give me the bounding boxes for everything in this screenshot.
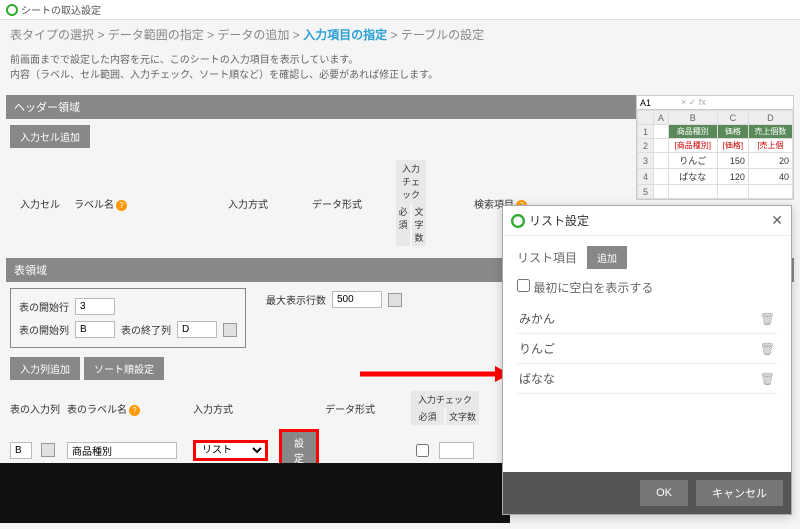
list-item-label: リスト項目: [517, 249, 577, 266]
window-titlebar: シートの取込設定: [0, 0, 800, 20]
hdr-input-cell: 入力セル: [20, 196, 70, 211]
add-input-col-button[interactable]: 入力列追加: [10, 357, 80, 380]
max-rows-input[interactable]: [332, 291, 382, 308]
help-icon[interactable]: ?: [129, 405, 140, 416]
stepper-icon[interactable]: [388, 293, 402, 307]
spreadsheet-preview: × ✓ fx ABCD 1商品種別価格売上個数 2[商品種別][価格][売上個 …: [636, 95, 794, 200]
help-icon[interactable]: ?: [116, 200, 127, 211]
show-blank-checkbox[interactable]: 最初に空白を表示する: [517, 279, 777, 296]
hdr-check: 入力チェック: [396, 160, 426, 203]
cell-picker-icon[interactable]: [41, 443, 55, 457]
hdr-method: 入力方式: [228, 196, 308, 211]
hdr-required: 必須: [396, 203, 410, 246]
required-checkbox[interactable]: [416, 444, 429, 457]
cancel-button[interactable]: キャンセル: [696, 480, 783, 506]
label-input[interactable]: [67, 442, 177, 459]
trash-icon[interactable]: 🗑: [760, 342, 775, 356]
active-cell-ref[interactable]: [637, 96, 677, 109]
start-col-input[interactable]: [75, 321, 115, 338]
list-item[interactable]: ばなな 🗑: [517, 364, 777, 394]
list-item[interactable]: りんご 🗑: [517, 334, 777, 364]
cell-picker-icon[interactable]: [223, 323, 237, 337]
end-col-input[interactable]: [177, 321, 217, 338]
hdr-type: データ形式: [312, 196, 392, 211]
list-item[interactable]: みかん 🗑: [517, 304, 777, 334]
add-input-cell-button[interactable]: 入力セル追加: [10, 125, 90, 148]
window-title: シートの取込設定: [21, 2, 101, 17]
dialog-title: リスト設定: [529, 212, 589, 229]
app-icon: [6, 4, 18, 16]
breadcrumb: 表タイプの選択 > データ範囲の指定 > データの追加 > 入力項目の指定 > …: [0, 20, 800, 49]
list-setting-dialog: リスト設定 ✕ リスト項目 追加 最初に空白を表示する みかん 🗑 りんご 🗑 …: [502, 205, 792, 515]
hdr-label: ラベル名?: [74, 196, 224, 211]
trash-icon[interactable]: 🗑: [760, 312, 775, 326]
start-row-input[interactable]: [75, 298, 115, 315]
footer: [0, 463, 510, 523]
ok-button[interactable]: OK: [640, 480, 688, 506]
sort-setting-button[interactable]: ソート順設定: [84, 357, 164, 380]
add-item-button[interactable]: 追加: [587, 246, 627, 269]
close-icon[interactable]: ✕: [771, 212, 783, 229]
method-select[interactable]: リスト: [193, 440, 268, 461]
hdr-chars: 文字数: [412, 203, 426, 246]
col-input[interactable]: [10, 442, 32, 459]
chars-input[interactable]: [439, 442, 474, 459]
trash-icon[interactable]: 🗑: [760, 372, 775, 386]
range-box: 表の開始行 表の開始列 表の終了列: [10, 288, 246, 348]
description: 前画面までで設定した内容を元に、このシートの入力項目を表示しています。 内容（ラ…: [0, 49, 800, 93]
app-icon: [511, 214, 525, 228]
